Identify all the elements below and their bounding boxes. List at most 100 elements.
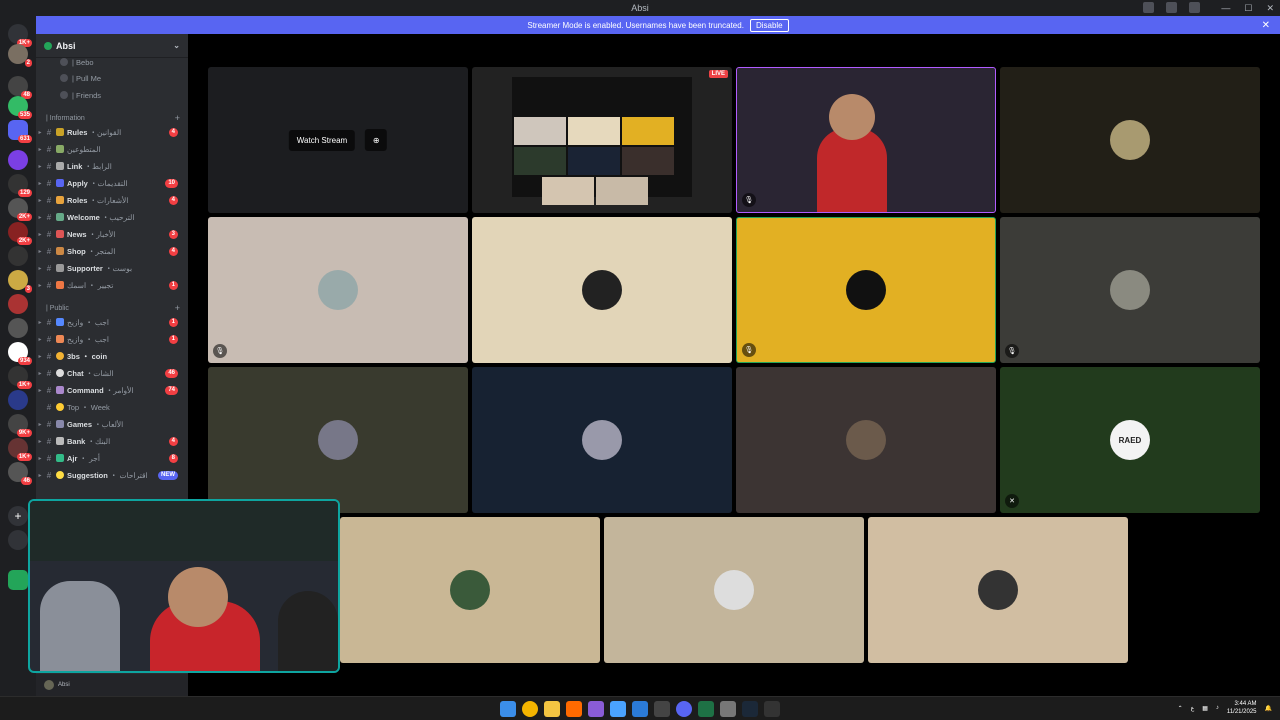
steam-icon[interactable] — [742, 701, 758, 717]
notepad-icon[interactable] — [610, 701, 626, 717]
volume-icon[interactable]: ♪ — [1216, 705, 1219, 711]
clock[interactable]: 3:44 AM 11/21/2025 — [1227, 700, 1257, 716]
server-icon[interactable] — [8, 150, 28, 170]
server-icon[interactable]: 48 — [8, 76, 32, 99]
category-label: | Information — [46, 114, 85, 122]
chevron-up-icon[interactable]: ⌃ — [1178, 705, 1183, 712]
explore-icon[interactable] — [8, 530, 28, 550]
participant-tile[interactable]: RAED ✕ — [1000, 367, 1260, 513]
start-icon[interactable] — [500, 701, 516, 717]
app-icon[interactable] — [632, 701, 648, 717]
channel-item[interactable]: ▸ # Chat ・الشات 46 — [36, 366, 188, 380]
server-icon[interactable]: 631 — [8, 120, 32, 143]
excel-icon[interactable] — [698, 701, 714, 717]
help-icon[interactable] — [1166, 2, 1177, 13]
add-channel-icon[interactable]: + — [175, 303, 180, 313]
voice-channel[interactable]: | Pull Me — [60, 72, 101, 84]
server-icon[interactable] — [8, 294, 28, 314]
download-icon[interactable] — [1189, 2, 1200, 13]
avatar[interactable] — [44, 680, 54, 690]
pop-out-icon[interactable]: ⊕ — [365, 129, 388, 151]
notification-icon[interactable]: 🔔 — [1265, 705, 1272, 712]
settings-icon[interactable] — [720, 701, 736, 717]
close-window-icon[interactable]: ✕ — [1266, 0, 1274, 16]
maximize-icon[interactable]: ☐ — [1244, 0, 1252, 16]
minimize-icon[interactable]: — — [1221, 0, 1230, 16]
channel-item[interactable]: ▸ # اجب ・ وازيح 1 — [36, 315, 188, 329]
server-icon[interactable]: 1K+ — [8, 366, 32, 389]
lang-indicator[interactable]: ع — [1191, 705, 1195, 712]
channel-item[interactable]: ▸ # Suggestion ・ اقتراحات NEW — [36, 468, 188, 482]
app-icon[interactable] — [764, 701, 780, 717]
chrome-icon[interactable] — [522, 701, 538, 717]
participant-tile-speaking[interactable]: 🎙 — [736, 217, 996, 363]
direct-messages-icon[interactable]: 1K+ — [8, 24, 32, 47]
chevron-down-icon[interactable]: ⌄ — [173, 41, 180, 50]
server-icon[interactable] — [8, 246, 28, 266]
channel-item[interactable]: ▸ # Command ・الأوامر 74 — [36, 383, 188, 397]
participant-tile[interactable] — [736, 367, 996, 513]
capcut-icon[interactable] — [654, 701, 670, 717]
channel-item[interactable]: ▸ # تجيير ・ اسمك 1 — [36, 278, 188, 292]
avatar — [450, 570, 490, 610]
server-icon[interactable] — [8, 570, 28, 590]
server-icon[interactable]: 9K+ — [8, 414, 32, 437]
category-public[interactable]: | Public + — [46, 302, 186, 314]
channel-item[interactable]: # Top ・ Week — [36, 400, 188, 414]
add-channel-icon[interactable]: + — [175, 113, 180, 123]
network-icon[interactable]: ▦ — [1202, 705, 1208, 712]
server-icon[interactable]: 535 — [8, 96, 32, 119]
participant-tile[interactable] — [868, 517, 1128, 663]
channel-item[interactable]: ▸ #3bs ・ coin — [36, 349, 188, 363]
file-explorer-icon[interactable] — [544, 701, 560, 717]
participant-tile[interactable] — [472, 367, 732, 513]
channel-item[interactable]: ▸ # Bank ・البنك 4 — [36, 434, 188, 448]
server-icon[interactable]: 3 — [8, 270, 32, 293]
channel-item[interactable]: ▸ # Shop ・المتجر 4 — [36, 244, 188, 258]
close-banner-icon[interactable]: ✕ — [1262, 20, 1270, 31]
channel-item[interactable]: ▸ # المتطوعين — [36, 142, 188, 156]
channel-item[interactable]: ▸ # Ajr ・ أجر 8 — [36, 451, 188, 465]
channel-item[interactable]: ▸ # Games ・الألعاب — [36, 417, 188, 431]
server-icon[interactable] — [8, 318, 28, 338]
app-icon[interactable] — [566, 701, 582, 717]
hash-icon: # — [46, 127, 52, 137]
server-icon[interactable]: 1K+ — [8, 438, 32, 461]
participant-tile[interactable] — [472, 217, 732, 363]
channel-item[interactable]: ▸ # Apply ・التقديمات 10 — [36, 176, 188, 190]
user-panel[interactable]: Absi — [36, 674, 188, 696]
server-icon[interactable]: 2K+ — [8, 198, 32, 221]
camera-tile[interactable]: 🎙 — [736, 67, 996, 213]
channel-item[interactable]: ▸ # Roles ・الأشعارات 4 — [36, 193, 188, 207]
participant-tile[interactable]: 🎙 — [208, 217, 468, 363]
stream-tile[interactable]: Watch Stream ⊕ — [208, 67, 468, 213]
add-server-icon[interactable]: + — [8, 506, 28, 526]
server-icon[interactable]: 129 — [8, 174, 32, 197]
discord-icon[interactable] — [676, 701, 692, 717]
server-icon[interactable]: 2K+ — [8, 222, 32, 245]
voice-channel[interactable]: | Friends — [60, 89, 101, 101]
server-icon[interactable]: 46 — [8, 462, 32, 485]
watch-stream-button[interactable]: Watch Stream — [288, 129, 356, 151]
disable-button[interactable]: Disable — [749, 18, 789, 32]
participant-tile[interactable] — [340, 517, 600, 663]
inbox-icon[interactable] — [1143, 2, 1154, 13]
channel-item[interactable]: ▸ # News ・الأخبار 3 — [36, 227, 188, 241]
server-icon[interactable]: 2 — [8, 44, 32, 67]
channel-item[interactable]: ▸ # Rules ・القوانين 4 — [36, 125, 188, 139]
channel-item[interactable]: ▸ # Supporter ・بوست — [36, 261, 188, 275]
participant-tile[interactable]: 🎙 — [1000, 217, 1260, 363]
category-information[interactable]: | Information + — [46, 112, 186, 124]
server-icon[interactable]: 934 — [8, 342, 32, 365]
app-icon[interactable] — [588, 701, 604, 717]
channel-item[interactable]: ▸ # اجب ・ وازيح 1 — [36, 332, 188, 346]
voice-channel[interactable]: | Bebo — [60, 56, 94, 68]
server-header[interactable]: Absi ⌄ — [36, 34, 188, 58]
server-icon[interactable] — [8, 390, 28, 410]
participant-tile[interactable] — [1000, 67, 1260, 213]
channel-item[interactable]: ▸ # Link ・الرابط — [36, 159, 188, 173]
participant-tile[interactable] — [604, 517, 864, 663]
participant-tile[interactable] — [208, 367, 468, 513]
channel-item[interactable]: ▸ # Welcome ・الترحيب — [36, 210, 188, 224]
screen-share-tile[interactable]: LIVE — [472, 67, 732, 213]
